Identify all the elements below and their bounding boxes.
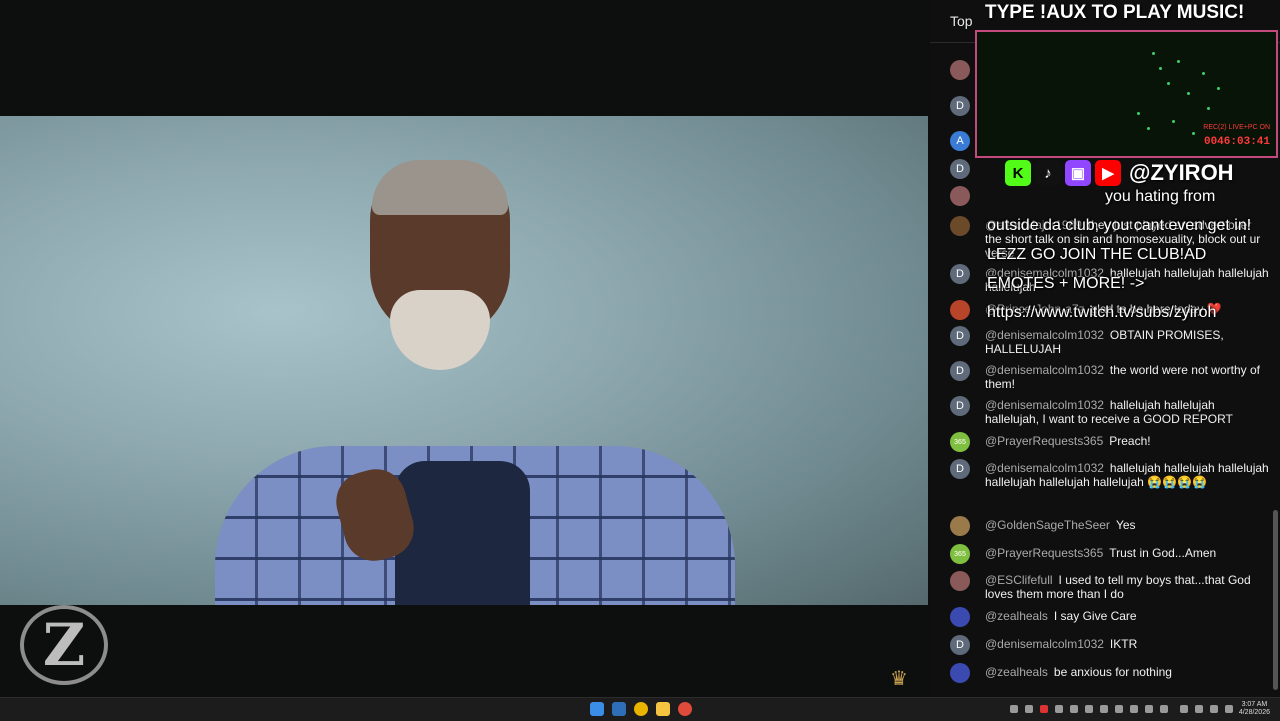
taskbar-clock[interactable]: 3:07 AM 4/28/2026 [1239,701,1270,717]
chat-author[interactable]: @denisemalcolm1032 [985,363,1104,377]
chat-message-body: Trust in God...Amen [1109,546,1217,560]
windows-taskbar: 3:07 AM 4/28/2026 [0,697,1280,721]
chat-author[interactable]: @PrayerRequests365 [985,434,1103,448]
tray-icon[interactable] [1070,705,1078,713]
chat-author[interactable]: @denisemalcolm1032 [985,398,1104,412]
tray-icon[interactable] [1025,705,1033,713]
speaker-icon[interactable] [1225,705,1233,713]
chat-author[interactable]: @denisemalcolm1032 [985,328,1104,342]
chat-message-text: @zealheals I say Give Care [985,609,1270,623]
chrome-icon[interactable] [678,702,692,716]
avatar: 365 [950,544,970,564]
chat-author[interactable]: @zealheals [985,609,1048,623]
tray-icon[interactable] [1010,705,1018,713]
chat-message-text: @PrayerRequests365 Preach! [985,434,1270,448]
chat-message-text: @GoldenSageTheSeer Yes [985,518,1270,532]
tray-icon[interactable] [1100,705,1108,713]
speaker-hair [372,160,508,215]
tray-icon[interactable] [1130,705,1138,713]
chat-message-body: Preach! [1109,434,1151,448]
chat-author[interactable]: @ESClifefull [985,573,1053,587]
volume-icon[interactable] [1195,705,1203,713]
avatar: D [950,96,970,116]
avatar: D [950,326,970,346]
tray-icon[interactable] [1055,705,1063,713]
taskview-icon[interactable] [612,702,626,716]
streamer-handle: @ZYIROH [1129,160,1234,185]
avatar: D [950,264,970,284]
chat-message-text: @PrayerRequests365 Trust in God...Amen [985,546,1270,560]
rec-label: REC(2) LIVE+PC ON [1203,124,1270,131]
chat-message-text: @denisemalcolm1032 OBTAIN PROMISES, HALLE… [985,328,1270,356]
tray-icon[interactable] [1160,705,1168,713]
avatar: 365 [950,432,970,452]
chat-message-text: @denisemalcolm1032 the world were not wor… [985,363,1270,391]
avatar: D [950,635,970,655]
chat-author[interactable]: @denisemalcolm1032 [985,637,1104,651]
wifi-icon[interactable] [1180,705,1188,713]
avatar: D [950,159,970,179]
overlay-line-3: LEZZ GO JOIN THE CLUB!AD [987,246,1207,263]
webcam-feed: REC(2) LIVE+PC ON 0046:03:41 [975,30,1278,158]
file-explorer-icon[interactable] [656,702,670,716]
rec-timer: 0046:03:41 [1203,136,1270,148]
tray-icon[interactable] [1085,705,1093,713]
chat-scrollbar[interactable] [1273,510,1278,690]
avatar: D [950,361,970,381]
avatar [950,607,970,627]
avatar [950,186,970,206]
chrome-icon[interactable] [634,702,648,716]
channel-logo-icon: Z [20,605,108,685]
chat-author[interactable]: @PrayerRequests365 [985,546,1103,560]
video-player[interactable]: Z ♛ [0,0,930,697]
tiktok-icon: ♪ [1035,160,1061,186]
battery-icon[interactable] [1210,705,1218,713]
avatar: A [950,131,970,151]
overlay-line-2: outside da club, you cant even get in! [987,217,1252,234]
avatar [950,216,970,236]
avatar [950,516,970,536]
avatar: D [950,459,970,479]
overlay-line-4: EMOTES + MORE! -> [987,275,1145,292]
chat-message-text: @denisemalcolm1032 hallelujah hallelujah … [985,398,1270,426]
twitch-icon: ▣ [1065,160,1091,186]
avatar: D [950,396,970,416]
social-links: K ♪ ▣ ▶ @ZYIROH [1005,160,1234,186]
clock-date: 4/28/2026 [1238,709,1270,716]
avatar [950,571,970,591]
chat-author[interactable]: @zealheals [985,665,1048,679]
chat-message-text: @denisemalcolm1032 hallelujah hallelujah … [985,461,1270,489]
avatar [950,300,970,320]
avatar [950,663,970,683]
chat-message-body: be anxious for nothing [1053,665,1172,679]
tray-icon[interactable] [1145,705,1153,713]
kick-icon: K [1005,160,1031,186]
chat-author[interactable]: @GoldenSageTheSeer [985,518,1110,532]
clock-time: 3:07 AM [1241,701,1268,708]
tray-icon[interactable] [1115,705,1123,713]
stream-overlay: TYPE !AUX TO PLAY MUSIC! REC(2) LIVE+PC … [975,0,1278,330]
chat-author[interactable]: @denisemalcolm1032 [985,461,1104,475]
chat-top-tab[interactable]: Top [950,13,973,29]
speaker-shirt [395,461,530,605]
chat-message-text: @ESClifefull I used to tell my boys that.… [985,573,1270,601]
chat-message-text: @denisemalcolm1032 IKTR [985,637,1270,651]
avatar [950,60,970,80]
chat-message-body: Yes [1115,518,1136,532]
start-icon[interactable] [590,702,604,716]
chat-message-body: IKTR [1109,637,1138,651]
overlay-title: TYPE !AUX TO PLAY MUSIC! [985,2,1245,23]
overlay-line-5: https://www.twitch.tv/subs/zyiroh [987,304,1217,321]
tray-icon[interactable] [1040,705,1048,713]
chat-message-body: I say Give Care [1053,609,1137,623]
overlay-line-1: you hating from [1105,188,1216,205]
crown-watermark-icon: ♛ [890,668,908,690]
chat-message-text: @zealheals be anxious for nothing [985,665,1270,679]
youtube-icon: ▶ [1095,160,1121,186]
